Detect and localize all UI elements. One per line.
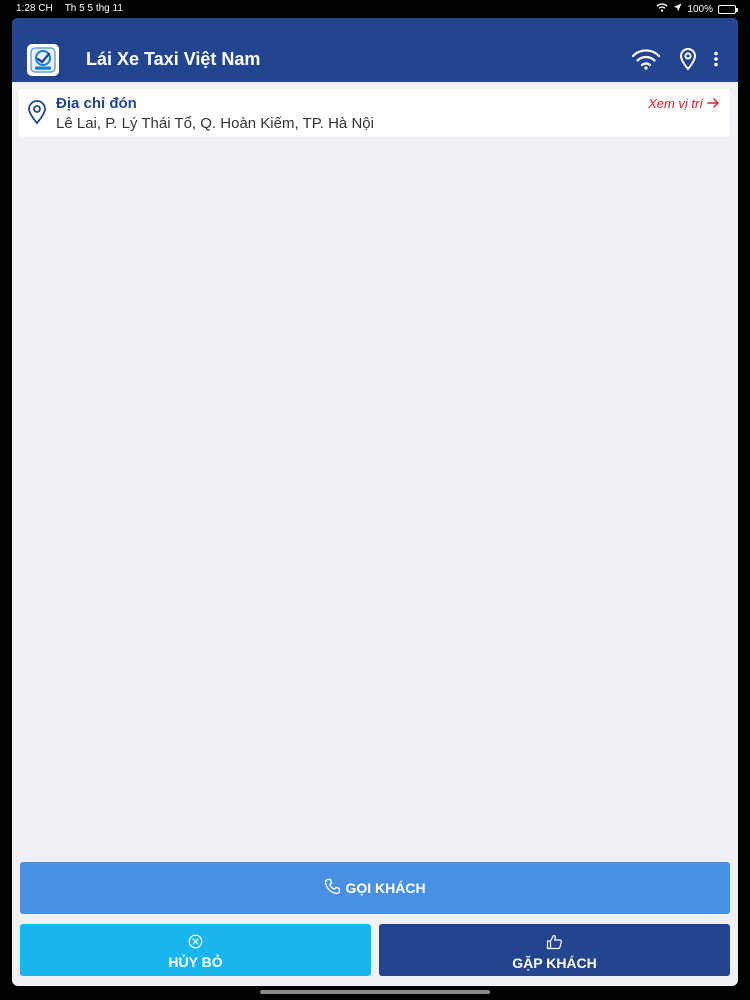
view-location-label: Xem vị trí bbox=[648, 96, 703, 111]
phone-icon bbox=[324, 878, 341, 898]
app-window: Lái Xe Taxi Việt Nam Địa chỉ đón Lê Lai,… bbox=[12, 18, 738, 986]
status-right: 100% bbox=[656, 3, 738, 15]
map-pin-icon bbox=[27, 99, 47, 130]
status-left: 1:28 CH Th 5 5 thg 11 bbox=[16, 3, 123, 14]
location-pin-icon[interactable] bbox=[675, 45, 701, 73]
meet-customer-label: GẶP KHÁCH bbox=[512, 954, 597, 971]
thumbs-up-icon bbox=[546, 934, 563, 953]
app-title: Lái Xe Taxi Việt Nam bbox=[86, 49, 261, 69]
more-vertical-icon[interactable] bbox=[706, 45, 726, 73]
meet-customer-button[interactable]: GẶP KHÁCH bbox=[379, 924, 730, 976]
view-location-link[interactable]: Xem vị trí bbox=[648, 96, 720, 111]
call-customer-button[interactable]: GỌI KHÁCH bbox=[20, 862, 730, 914]
cancel-button[interactable]: HỦY BỎ bbox=[20, 924, 371, 976]
location-arrow-icon bbox=[673, 3, 682, 15]
battery-percent: 100% bbox=[687, 3, 713, 15]
app-logo-icon bbox=[27, 44, 59, 76]
pickup-address-value: Lê Lai, P. Lý Thái Tổ, Q. Hoàn Kiếm, TP.… bbox=[56, 115, 374, 132]
pickup-address-label: Địa chỉ đón bbox=[56, 95, 137, 112]
status-time: 1:28 CH bbox=[16, 3, 53, 14]
app-header: Lái Xe Taxi Việt Nam bbox=[12, 18, 738, 82]
wifi-signal-icon bbox=[656, 3, 668, 15]
arrow-right-icon bbox=[707, 96, 720, 111]
wifi-icon[interactable] bbox=[630, 45, 662, 73]
status-date: Th 5 5 thg 11 bbox=[64, 3, 123, 14]
cancel-label: HỦY BỎ bbox=[168, 954, 223, 970]
close-circle-icon bbox=[188, 934, 203, 952]
battery-icon bbox=[718, 4, 738, 14]
status-bar: 1:28 CH Th 5 5 thg 11 100% bbox=[0, 0, 750, 18]
pickup-address-card: Địa chỉ đón Lê Lai, P. Lý Thái Tổ, Q. Ho… bbox=[19, 89, 730, 137]
home-indicator[interactable] bbox=[260, 990, 490, 994]
call-customer-label: GỌI KHÁCH bbox=[345, 880, 426, 896]
